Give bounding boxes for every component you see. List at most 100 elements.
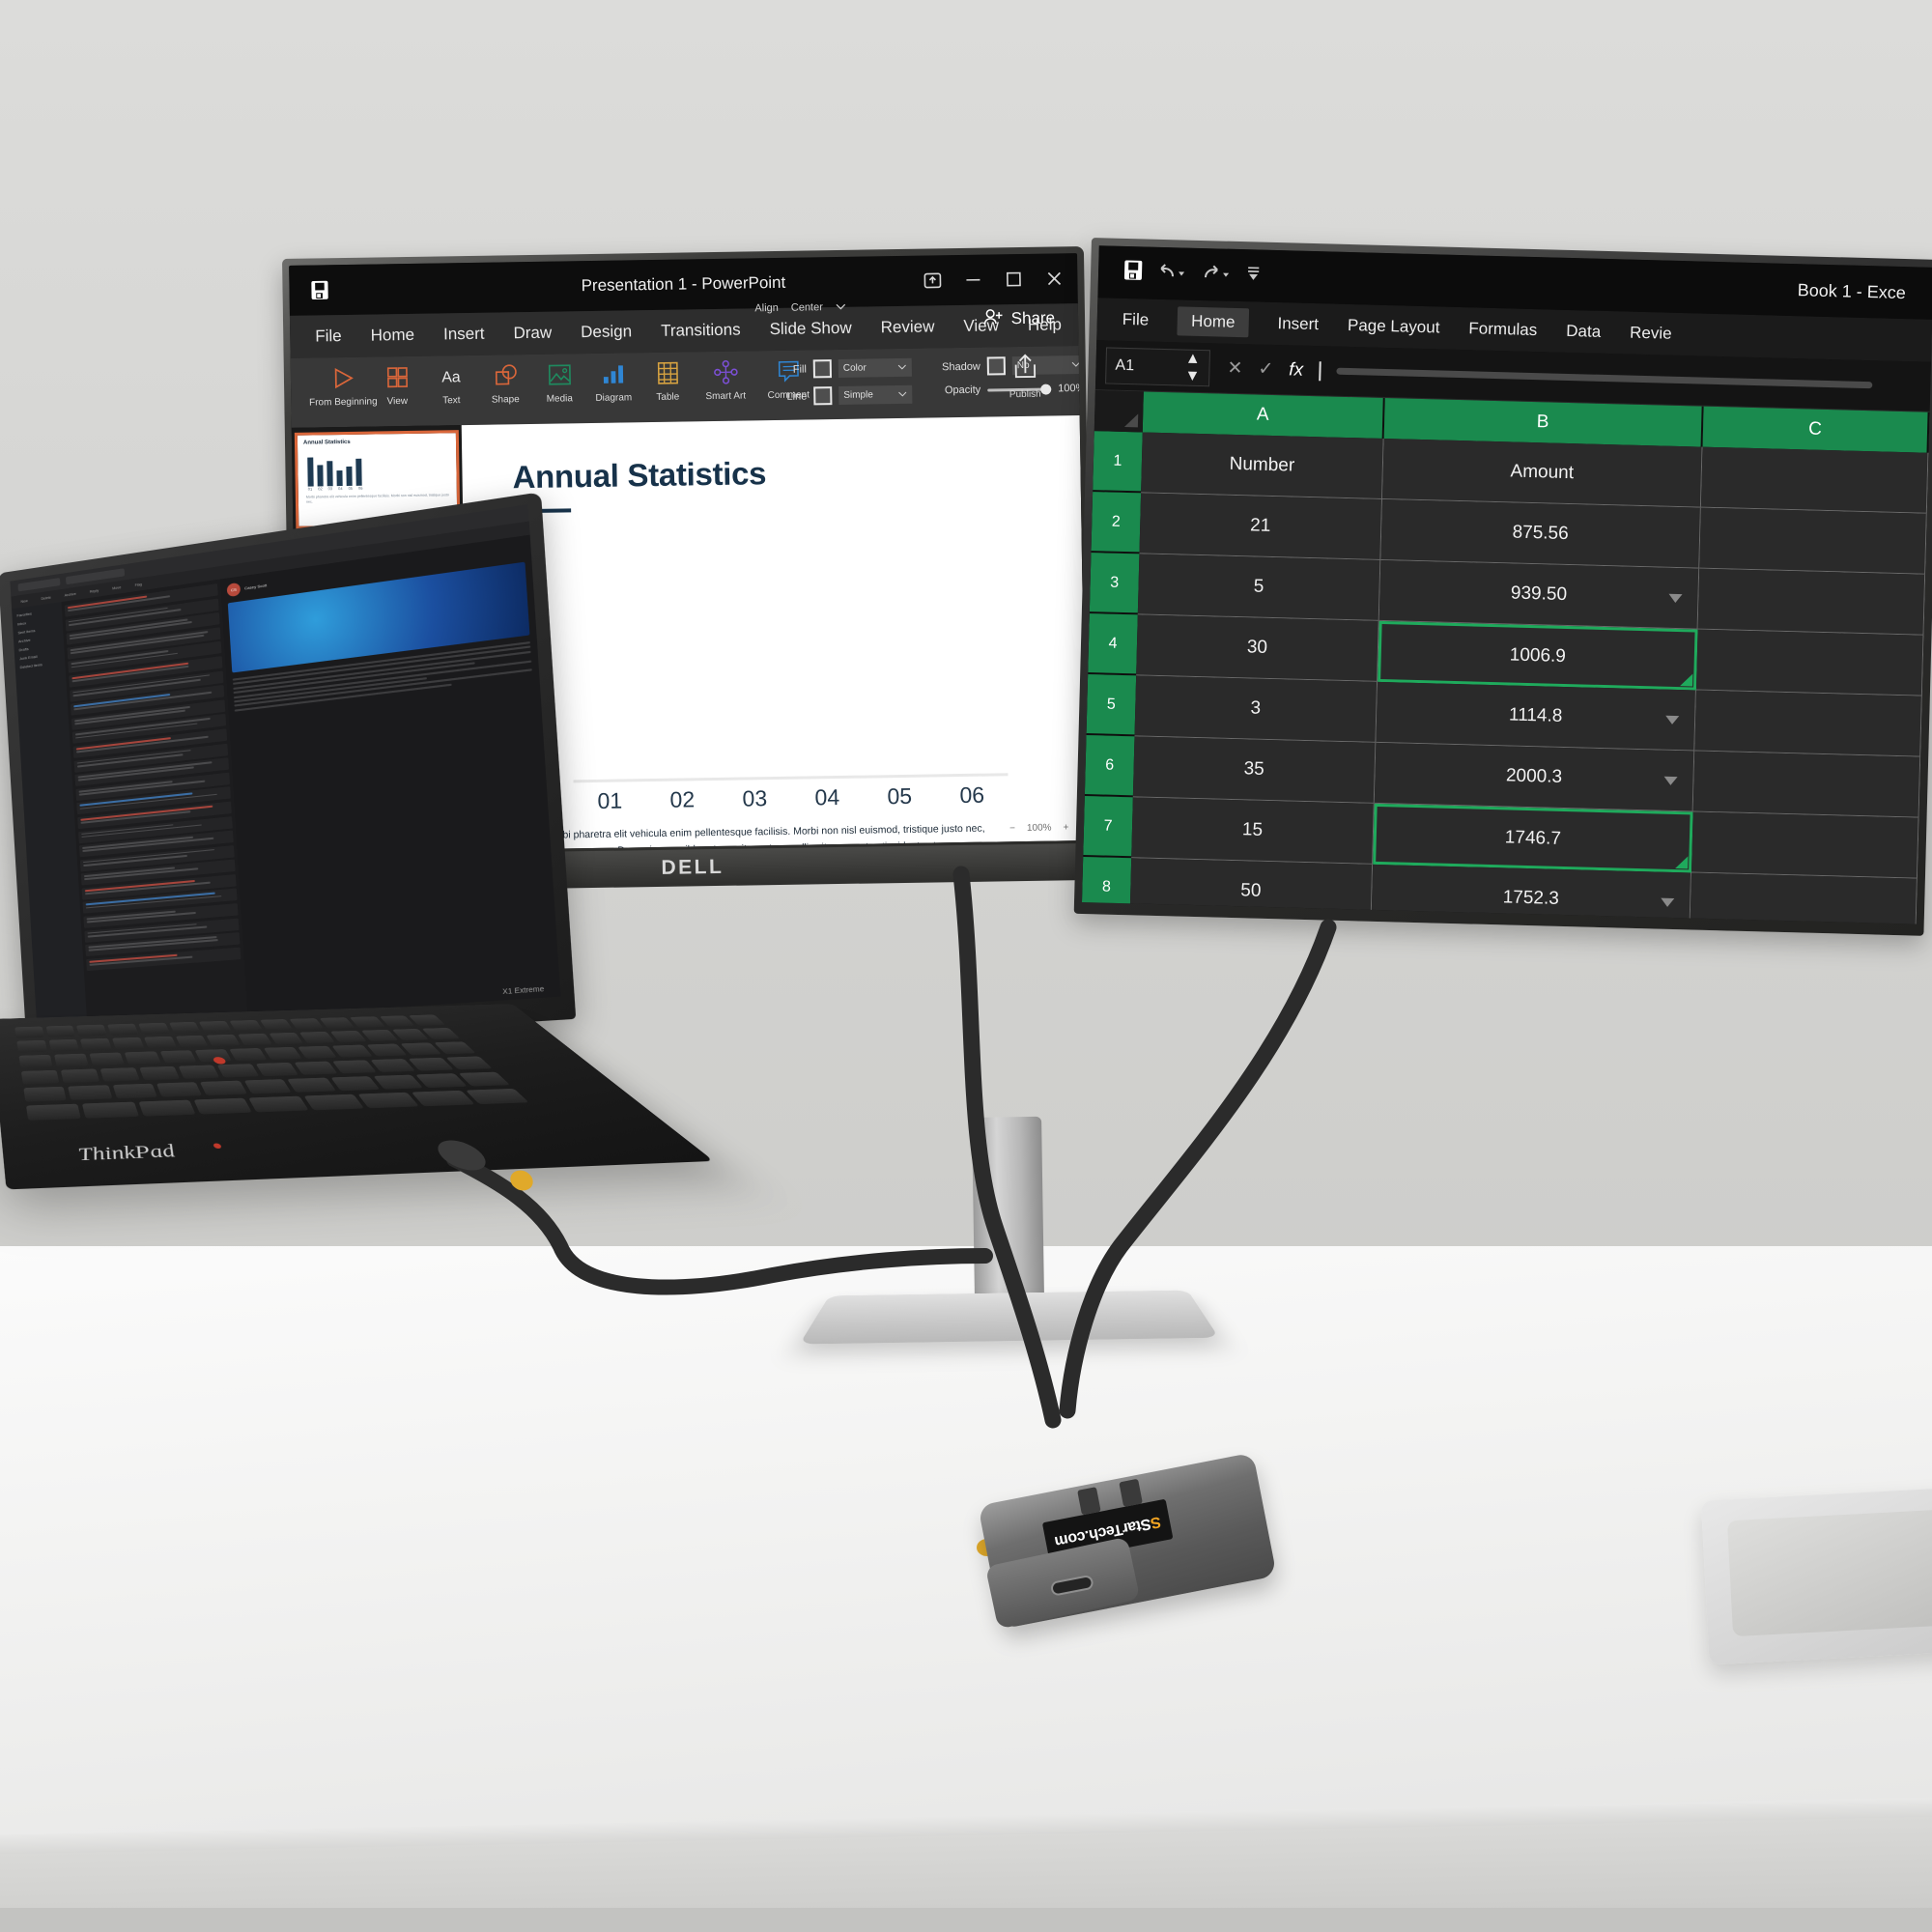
keyboard-key[interactable]: [243, 1079, 291, 1094]
tab-design[interactable]: Design: [581, 322, 632, 342]
tab-home[interactable]: Home: [1178, 306, 1249, 337]
fill-dropdown[interactable]: Color: [838, 358, 912, 378]
keyboard-key[interactable]: [320, 1017, 355, 1029]
align-control[interactable]: Align Center: [754, 301, 846, 314]
keyboard-key[interactable]: [412, 1091, 474, 1106]
keyboard-key[interactable]: [330, 1031, 367, 1042]
dropdown-caret-icon[interactable]: [1668, 593, 1682, 602]
keyboard-key[interactable]: [361, 1030, 398, 1041]
email-message-list[interactable]: [62, 580, 248, 1028]
ribbon-shape[interactable]: Shape: [478, 360, 533, 406]
keyboard-key[interactable]: [138, 1023, 170, 1035]
zoom-control[interactable]: − 100% +: [1009, 822, 1068, 834]
fx-icon[interactable]: fx: [1289, 359, 1303, 381]
keyboard-key[interactable]: [229, 1048, 267, 1061]
ribbon-flag[interactable]: Flag: [134, 582, 141, 586]
publish-button[interactable]: Publish: [996, 352, 1055, 400]
name-box-spinner[interactable]: ▲ ▼: [1184, 351, 1201, 384]
cell-column-b[interactable]: 1114.8: [1376, 682, 1696, 752]
keyboard-key[interactable]: [238, 1034, 272, 1045]
row-header[interactable]: 4: [1088, 613, 1138, 675]
cell-column-a[interactable]: 35: [1133, 736, 1377, 804]
dropdown-caret-icon[interactable]: [1663, 776, 1677, 784]
row-header[interactable]: 7: [1083, 796, 1133, 858]
cancel-x-icon[interactable]: ✕: [1227, 357, 1243, 380]
keyboard-key[interactable]: [357, 1093, 419, 1109]
row-header[interactable]: 1: [1093, 431, 1143, 493]
folder-archive[interactable]: Archive: [18, 635, 59, 644]
line-swatch[interactable]: [813, 386, 832, 405]
keyboard-key[interactable]: [175, 1036, 209, 1048]
keyboard-key[interactable]: [193, 1098, 252, 1115]
cell-column-b[interactable]: Amount: [1382, 439, 1703, 508]
customize-toolbar-icon[interactable]: [1247, 266, 1261, 285]
cell-column-c[interactable]: [1696, 630, 1924, 696]
ribbon-delete[interactable]: Delete: [41, 595, 51, 600]
keyboard-key[interactable]: [294, 1062, 337, 1075]
ribbon-from-beginning[interactable]: From Beginning: [316, 363, 371, 409]
keyboard-key[interactable]: [350, 1016, 385, 1028]
ribbon-move[interactable]: Move: [112, 585, 121, 590]
keyboard-key[interactable]: [125, 1051, 160, 1065]
cell-column-a[interactable]: 5: [1138, 554, 1381, 621]
keyboard-key[interactable]: [14, 1027, 43, 1038]
name-box[interactable]: A1 ▲ ▼: [1105, 347, 1210, 386]
ribbon-view[interactable]: View: [370, 362, 425, 408]
row-header[interactable]: 8: [1082, 857, 1131, 919]
keyboard-key[interactable]: [107, 1024, 138, 1036]
keyboard-key[interactable]: [299, 1032, 335, 1043]
maximize-icon[interactable]: [1004, 270, 1023, 289]
cell-column-c[interactable]: [1694, 691, 1922, 757]
fill-control[interactable]: Fill Color: [766, 358, 912, 379]
share-button[interactable]: Share: [983, 307, 1056, 329]
keyboard-key[interactable]: [298, 1046, 337, 1059]
tab-home[interactable]: Home: [371, 326, 415, 346]
keyboard-key[interactable]: [200, 1081, 247, 1095]
keyboard-key[interactable]: [48, 1039, 79, 1052]
dropdown-caret-icon[interactable]: [1661, 897, 1674, 906]
keyboard-key[interactable]: [217, 1064, 260, 1077]
row-header[interactable]: 5: [1087, 674, 1137, 736]
cell-column-c[interactable]: [1690, 872, 1918, 923]
tab-transitions[interactable]: Transitions: [661, 321, 741, 341]
keyboard-key[interactable]: [112, 1084, 157, 1099]
tab-review[interactable]: Revie: [1630, 324, 1672, 344]
tab-file[interactable]: File: [1122, 310, 1150, 330]
undo-icon[interactable]: [1158, 260, 1188, 287]
keyboard-key[interactable]: [26, 1104, 81, 1121]
keyboard-key[interactable]: [138, 1100, 196, 1117]
ribbon-text[interactable]: Aa Text: [424, 361, 479, 407]
cell-column-b[interactable]: 875.56: [1380, 499, 1701, 569]
tab-file[interactable]: File: [315, 327, 342, 346]
zoom-in-button[interactable]: +: [1063, 822, 1068, 833]
fill-swatch[interactable]: [813, 359, 832, 378]
tab-review[interactable]: Review: [881, 317, 935, 337]
keyboard-key[interactable]: [332, 1060, 377, 1073]
cell-column-a[interactable]: Number: [1141, 432, 1384, 499]
keyboard-key[interactable]: [112, 1037, 144, 1050]
cell-column-b[interactable]: 1752.3: [1371, 865, 1691, 924]
tab-formulas[interactable]: Formulas: [1468, 319, 1537, 340]
formula-input[interactable]: [1336, 368, 1872, 389]
column-header-c[interactable]: C: [1703, 407, 1930, 453]
keyboard-key[interactable]: [169, 1022, 201, 1034]
keyboard-key[interactable]: [229, 1020, 263, 1032]
cell-column-b[interactable]: 1746.7: [1373, 804, 1693, 873]
keyboard-key[interactable]: [303, 1094, 364, 1111]
keyboard-key[interactable]: [415, 1073, 467, 1088]
line-dropdown[interactable]: Simple: [838, 385, 912, 405]
folder-junk[interactable]: Junk Email: [19, 652, 60, 662]
keyboard-key[interactable]: [80, 1038, 112, 1051]
cell-column-b[interactable]: 2000.3: [1375, 743, 1695, 812]
row-header[interactable]: 3: [1090, 553, 1140, 614]
keyboard-key[interactable]: [100, 1067, 140, 1082]
keyboard-key[interactable]: [23, 1087, 67, 1102]
row-header[interactable]: 6: [1085, 735, 1135, 797]
cell-column-a[interactable]: 21: [1139, 493, 1382, 560]
tab-slide-show[interactable]: Slide Show: [769, 319, 851, 339]
folder-sent[interactable]: Sent Items: [17, 626, 58, 636]
cell-column-c[interactable]: [1693, 752, 1921, 818]
keyboard-key[interactable]: [458, 1072, 510, 1087]
cell-column-c[interactable]: [1699, 508, 1927, 575]
keyboard-key[interactable]: [21, 1070, 59, 1085]
